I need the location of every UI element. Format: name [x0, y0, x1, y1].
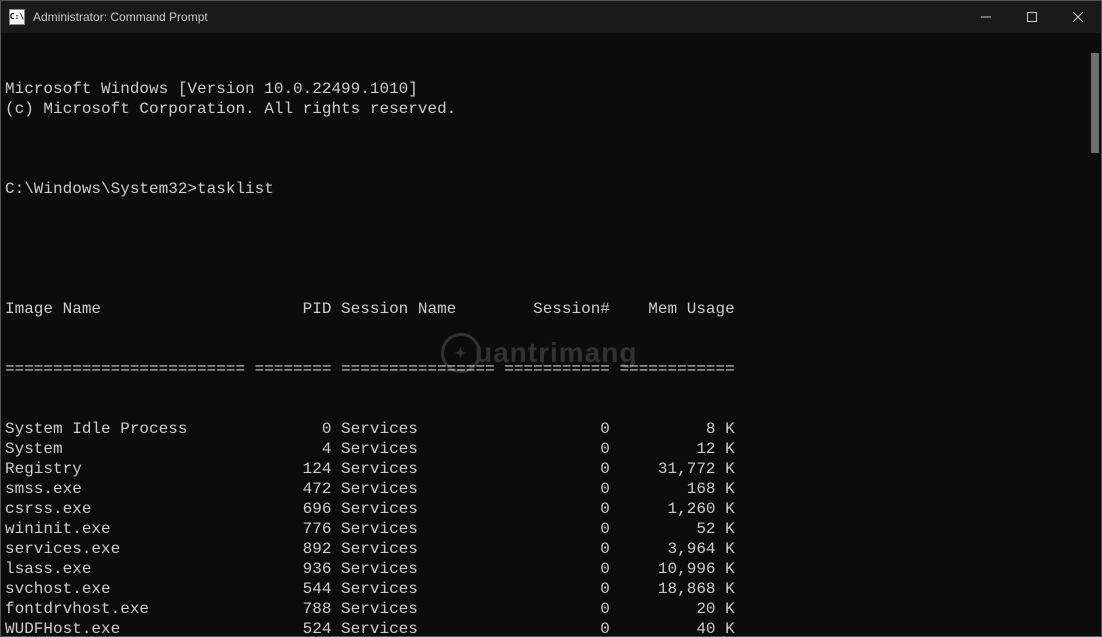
process-row: svchost.exe 544 Services 0 18,868 K [5, 579, 1097, 599]
process-row: System 4 Services 0 12 K [5, 439, 1097, 459]
process-row: wininit.exe 776 Services 0 52 K [5, 519, 1097, 539]
process-row: services.exe 892 Services 0 3,964 K [5, 539, 1097, 559]
process-row: WUDFHost.exe 524 Services 0 40 K [5, 619, 1097, 636]
process-row: lsass.exe 936 Services 0 10,996 K [5, 559, 1097, 579]
cmd-icon: C:\ [9, 9, 25, 25]
process-row: smss.exe 472 Services 0 168 K [5, 479, 1097, 499]
table-header-row: Image Name PID Session Name Session# Mem… [5, 299, 1097, 319]
maximize-button[interactable] [1009, 1, 1055, 33]
prompt-command: tasklist [197, 180, 274, 198]
blank-line [5, 239, 1097, 259]
prompt-path: C:\Windows\System32> [5, 180, 197, 198]
header-line [5, 119, 1097, 139]
command-prompt-window: C:\ Administrator: Command Prompt Micros… [0, 0, 1102, 637]
process-row: csrss.exe 696 Services 0 1,260 K [5, 499, 1097, 519]
window-title: Administrator: Command Prompt [33, 10, 208, 24]
table-ruler: ========================= ======== =====… [5, 359, 1097, 379]
terminal-output[interactable]: Microsoft Windows [Version 10.0.22499.10… [1, 33, 1101, 636]
process-row: Registry 124 Services 0 31,772 K [5, 459, 1097, 479]
header-line: Microsoft Windows [Version 10.0.22499.10… [5, 79, 1097, 99]
header-line: (c) Microsoft Corporation. All rights re… [5, 99, 1097, 119]
scrollbar-thumb[interactable] [1091, 53, 1099, 153]
minimize-button[interactable] [963, 1, 1009, 33]
process-row: fontdrvhost.exe 788 Services 0 20 K [5, 599, 1097, 619]
process-row: System Idle Process 0 Services 0 8 K [5, 419, 1097, 439]
close-button[interactable] [1055, 1, 1101, 33]
titlebar[interactable]: C:\ Administrator: Command Prompt [1, 1, 1101, 33]
